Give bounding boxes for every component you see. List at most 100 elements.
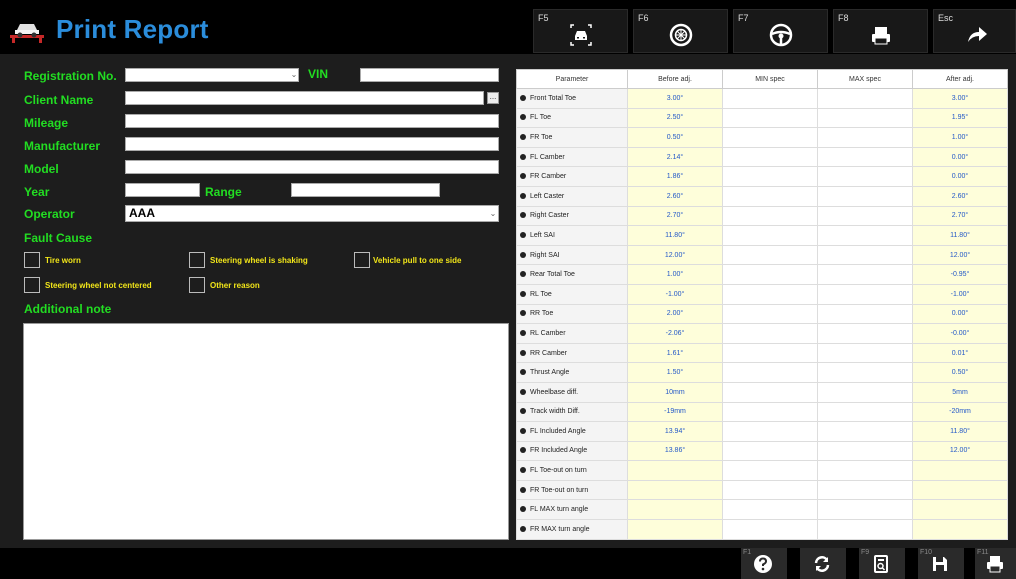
- table-row[interactable]: FL Toe-out on turn: [516, 460, 1008, 481]
- save-icon: [933, 557, 947, 571]
- refresh-icon: [814, 556, 830, 572]
- after-adj-cell: -20mm: [912, 401, 1008, 423]
- after-adj-cell: 3.00°: [912, 88, 1008, 109]
- after-adj-cell: [912, 479, 1008, 501]
- table-row[interactable]: RR Camber 1.61° 0.01°: [516, 342, 1008, 364]
- table-row[interactable]: FR Toe 0.50° 1.00°: [516, 127, 1008, 148]
- parameter-name-cell: FL Toe-out on turn: [516, 460, 628, 481]
- range-field[interactable]: [291, 183, 440, 197]
- after-adj-cell: 0.50°: [912, 362, 1008, 383]
- parameter-info-icon: [520, 192, 526, 199]
- year-label: Year: [24, 185, 50, 199]
- save-button[interactable]: F10: [918, 548, 964, 579]
- after-adj-cell: 11.80°: [912, 225, 1008, 246]
- table-row[interactable]: Front Total Toe 3.00° 3.00°: [516, 88, 1008, 109]
- table-row[interactable]: FL MAX turn angle: [516, 499, 1008, 521]
- table-row[interactable]: Right Caster 2.70° 2.70°: [516, 205, 1008, 227]
- max-spec-cell: [817, 146, 913, 168]
- min-spec-cell: [722, 303, 818, 325]
- parameter-info-icon: [520, 231, 526, 238]
- after-adj-cell: 0.00°: [912, 303, 1008, 325]
- fkey-f7-button[interactable]: F7: [733, 9, 828, 53]
- other-reason-checkbox[interactable]: [189, 277, 205, 293]
- table-row[interactable]: RL Toe -1.00° -1.00°: [516, 283, 1008, 305]
- vin-field[interactable]: [360, 68, 499, 82]
- max-spec-cell: [817, 323, 913, 344]
- table-row[interactable]: FR Toe-out on turn: [516, 479, 1008, 501]
- table-row[interactable]: RL Camber -2.06° -0.00°: [516, 323, 1008, 344]
- fkey-esc-button[interactable]: Esc: [933, 9, 1016, 53]
- parameter-name-cell: RL Toe: [516, 283, 628, 305]
- parameter-info-icon: [520, 329, 526, 336]
- max-spec-cell: [817, 519, 913, 540]
- registration-label: Registration No.: [24, 69, 117, 83]
- print-preview-button[interactable]: F9: [859, 548, 905, 579]
- after-adj-cell: [912, 460, 1008, 481]
- parameter-label: Left Caster: [530, 192, 565, 200]
- page-title: Print Report: [56, 14, 209, 44]
- table-row[interactable]: FR Camber 1.86° 0.00°: [516, 166, 1008, 187]
- table-row[interactable]: FR MAX turn angle: [516, 519, 1008, 540]
- table-row[interactable]: FR Included Angle 13.86° 12.00°: [516, 440, 1008, 462]
- client-name-field[interactable]: [125, 91, 484, 105]
- before-adj-cell: -1.00°: [627, 283, 723, 305]
- model-label: Model: [24, 162, 59, 176]
- parameter-label: FL Included Angle: [530, 427, 586, 435]
- fkey-f6-button[interactable]: F6: [633, 9, 728, 53]
- table-row[interactable]: Wheelbase diff. 10mm 5mm: [516, 381, 1008, 403]
- before-adj-cell: 1.50°: [627, 362, 723, 383]
- parameter-name-cell: FL Camber: [516, 146, 628, 168]
- parameter-info-icon: [520, 408, 526, 415]
- max-spec-cell: [817, 205, 913, 227]
- before-adj-cell: 13.86°: [627, 440, 723, 462]
- parameter-label: FL MAX turn angle: [530, 506, 589, 514]
- parameter-label: Left SAI: [530, 231, 555, 239]
- parameter-info-icon: [520, 212, 526, 219]
- steering-shaking-checkbox[interactable]: [189, 252, 205, 268]
- help-button[interactable]: F1: [741, 548, 787, 579]
- browse-client-button[interactable]: ...: [487, 92, 499, 104]
- chevron-down-icon[interactable]: ⌄: [288, 69, 300, 81]
- fkey-f8-button[interactable]: F8: [833, 9, 928, 53]
- model-field[interactable]: [125, 160, 499, 174]
- max-spec-cell: [817, 303, 913, 325]
- parameter-label: FR Toe: [530, 133, 553, 141]
- fkey-label: F5: [538, 13, 549, 23]
- after-adj-cell: 2.60°: [912, 185, 1008, 207]
- max-spec-cell: [817, 127, 913, 148]
- parameter-label: RL Camber: [530, 329, 566, 337]
- after-adj-cell: -1.00°: [912, 283, 1008, 305]
- not-centered-checkbox[interactable]: [24, 277, 40, 293]
- before-adj-cell: 1.86°: [627, 166, 723, 187]
- manufacturer-field[interactable]: [125, 137, 499, 151]
- registration-select[interactable]: [125, 68, 299, 82]
- max-spec-cell: [817, 225, 913, 246]
- table-row[interactable]: Left Caster 2.60° 2.60°: [516, 185, 1008, 207]
- table-row[interactable]: RR Toe 2.00° 0.00°: [516, 303, 1008, 325]
- additional-note-textarea[interactable]: [23, 323, 509, 540]
- table-row[interactable]: FL Toe 2.50° 1.95°: [516, 107, 1008, 129]
- mileage-field[interactable]: [125, 114, 499, 128]
- min-spec-cell: [722, 421, 818, 442]
- table-row[interactable]: Left SAI 11.80° 11.80°: [516, 225, 1008, 246]
- print-button[interactable]: F11: [975, 548, 1016, 579]
- operator-select[interactable]: AAA: [125, 205, 499, 222]
- year-field[interactable]: [125, 183, 200, 197]
- refresh-button[interactable]: [800, 548, 846, 579]
- table-row[interactable]: Thrust Angle 1.50° 0.50°: [516, 362, 1008, 383]
- table-row[interactable]: FL Camber 2.14° 0.00°: [516, 146, 1008, 168]
- parameter-label: FR MAX turn angle: [530, 525, 590, 533]
- table-row[interactable]: Rear Total Toe 1.00° -0.95°: [516, 264, 1008, 285]
- tire-worn-checkbox[interactable]: [24, 252, 40, 268]
- max-spec-cell: [817, 479, 913, 501]
- before-adj-cell: 12.00°: [627, 244, 723, 266]
- parameter-label: Rear Total Toe: [530, 271, 575, 279]
- table-row[interactable]: Track width Diff. -19mm -20mm: [516, 401, 1008, 423]
- chevron-down-icon[interactable]: ⌄: [487, 208, 499, 220]
- table-row[interactable]: FL Included Angle 13.94° 11.80°: [516, 421, 1008, 442]
- max-spec-cell: [817, 166, 913, 187]
- pull-side-checkbox[interactable]: [354, 252, 370, 268]
- table-row[interactable]: Right SAI 12.00° 12.00°: [516, 244, 1008, 266]
- fkey-f5-button[interactable]: F5: [533, 9, 628, 53]
- range-label: Range: [205, 185, 242, 199]
